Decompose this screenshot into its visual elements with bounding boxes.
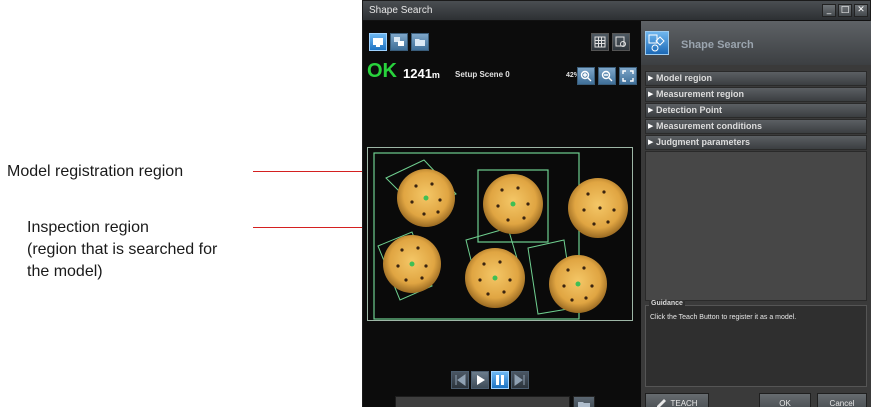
shape-search-icon [645, 31, 669, 55]
teach-button[interactable]: TEACH [645, 393, 709, 407]
play-icon[interactable] [471, 371, 489, 389]
guidance-text: Click the Teach Button to register it as… [650, 314, 797, 321]
browse-folder-icon[interactable] [573, 396, 595, 407]
teach-button-label: TEACH [670, 399, 698, 407]
close-icon[interactable]: ✕ [854, 4, 868, 17]
title-bar: Shape Search _ □ ✕ [363, 1, 870, 21]
cracker-4 [383, 235, 441, 293]
camera-image[interactable] [367, 147, 633, 321]
menu-label: Measurement region [656, 89, 745, 99]
fit-window-icon[interactable] [619, 67, 637, 85]
settings-pane: Shape Search ▶ Model region ▶ Measurement … [641, 21, 871, 407]
model-region-label: Model registration region [7, 163, 184, 180]
window-title: Shape Search [369, 5, 433, 16]
cracker-6 [549, 255, 607, 313]
window-controls: _ □ ✕ [822, 4, 868, 17]
guidance-label: Guidance [649, 300, 685, 307]
menu-label: Model region [656, 73, 712, 83]
expand-arrow-icon: ▶ [648, 138, 654, 146]
zoom-in-icon[interactable] [577, 67, 595, 85]
menu-judgment-parameters[interactable]: ▶ Judgment parameters [645, 135, 867, 150]
model-region-callout: Model registration region [7, 162, 183, 181]
settings-content-area [645, 151, 867, 301]
multi-view-icon[interactable] [390, 33, 408, 51]
expand-arrow-icon: ▶ [648, 90, 654, 98]
settings-menu: ▶ Model region ▶ Measurement region ▶ Detec… [645, 71, 867, 151]
guidance-box: Guidance Click the Teach Button to regis… [645, 300, 867, 387]
inspection-region-sub1: (region that is searched for [27, 241, 218, 258]
inspection-region-sub2: the model) [27, 263, 103, 280]
minimize-icon[interactable]: _ [822, 4, 836, 17]
pencil-icon [657, 398, 667, 407]
measure-time-value: 1241 [403, 66, 432, 81]
menu-measurement-conditions[interactable]: ▶ Measurement conditions [645, 119, 867, 134]
judgement-ok: OK [367, 60, 397, 82]
cancel-button[interactable]: Cancel [817, 393, 867, 407]
folder-icon[interactable] [411, 33, 429, 51]
cracker-2 [483, 174, 543, 234]
expand-arrow-icon: ▶ [648, 74, 654, 82]
panel-title: Shape Search [681, 39, 754, 51]
expand-arrow-icon: ▶ [648, 106, 654, 114]
measure-time: 1241m [403, 66, 440, 81]
skip-back-icon[interactable] [451, 371, 469, 389]
pause-icon[interactable] [491, 371, 509, 389]
skip-forward-icon[interactable] [511, 371, 529, 389]
grid-icon[interactable] [591, 33, 609, 51]
zoom-out-icon[interactable] [598, 67, 616, 85]
inspection-region-callout: Inspection region (region that is search… [27, 218, 217, 281]
menu-detection-point[interactable]: ▶ Detection Point [645, 103, 867, 118]
panel-header: Shape Search [641, 21, 871, 65]
maximize-icon[interactable]: □ [838, 4, 852, 17]
menu-label: Detection Point [656, 105, 723, 115]
ok-button[interactable]: OK [759, 393, 811, 407]
shape-search-window: Shape Search _ □ ✕ OK 1241m Setup Scene … [362, 0, 871, 407]
image-file-field[interactable] [395, 396, 570, 407]
cracker-3 [568, 178, 628, 238]
expand-arrow-icon: ▶ [648, 122, 654, 130]
menu-model-region[interactable]: ▶ Model region [645, 71, 867, 86]
scene-label: Setup Scene 0 [455, 70, 510, 79]
image-pane: OK 1241m Setup Scene 0 42% [363, 21, 641, 407]
cracker-5 [465, 248, 525, 308]
menu-label: Measurement conditions [656, 121, 763, 131]
inspection-region-label: Inspection region [27, 219, 149, 236]
inspection-region-leader [253, 227, 371, 228]
measure-time-unit: m [431, 70, 440, 80]
menu-measurement-region[interactable]: ▶ Measurement region [645, 87, 867, 102]
image-info-icon[interactable] [612, 33, 630, 51]
menu-label: Judgment parameters [656, 137, 751, 147]
single-view-icon[interactable] [369, 33, 387, 51]
